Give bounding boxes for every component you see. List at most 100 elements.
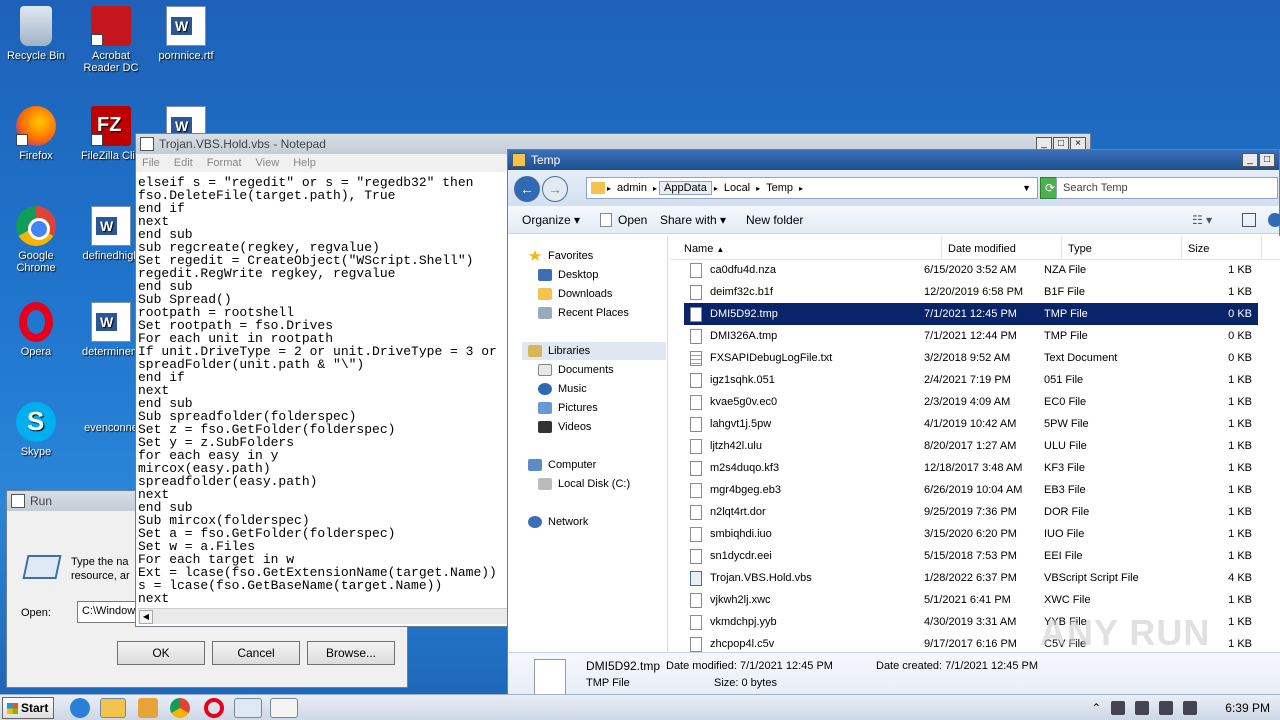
file-row[interactable]: DMI5D92.tmp 7/1/2021 12:45 PM TMP File 0 KB xyxy=(684,303,1258,325)
file-date: 6/15/2020 3:52 AM xyxy=(924,264,1017,276)
nav-computer[interactable]: Computer xyxy=(528,459,596,471)
menu-help[interactable]: Help xyxy=(293,157,316,169)
file-row[interactable]: smbiqhdi.iuo 3/15/2020 6:20 PM IUO File 1 K… xyxy=(684,523,1258,545)
file-row[interactable]: mgr4bgeg.eb3 6/26/2019 10:04 AM EB3 File 1 … xyxy=(684,479,1258,501)
column-type[interactable]: Type xyxy=(1062,236,1182,259)
media-player-icon[interactable] xyxy=(138,698,158,718)
desktop-icon-acrobat[interactable]: Acrobat Reader DC xyxy=(73,6,149,74)
nav-desktop[interactable]: Desktop xyxy=(538,269,598,281)
column-name[interactable]: Name ▲ xyxy=(670,236,942,259)
file-row[interactable]: lahgvt1j.5pw 4/1/2019 10:42 AM 5PW File 1 K… xyxy=(684,413,1258,435)
file-row[interactable]: ljtzh42l.ulu 8/20/2017 1:27 AM ULU File 1 K… xyxy=(684,435,1258,457)
desktop-icon-label: Skype xyxy=(20,446,52,458)
nav-recent-places[interactable]: Recent Places xyxy=(538,307,629,319)
minimize-button[interactable]: _ xyxy=(1242,153,1258,167)
opera-icon[interactable] xyxy=(204,698,224,718)
search-input[interactable]: Search Temp xyxy=(1056,177,1278,199)
nav-documents[interactable]: Documents xyxy=(538,364,614,376)
breadcrumb-admin[interactable]: admin xyxy=(613,182,651,194)
volume-icon[interactable] xyxy=(1159,701,1174,715)
nav-local-disk[interactable]: Local Disk (C:) xyxy=(538,478,630,490)
code-line: fso.DeleteFile(target.path), True xyxy=(138,188,396,203)
file-name: DMI5D92.tmp xyxy=(710,308,778,320)
view-options-icon[interactable]: ☷ ▾ xyxy=(1192,213,1212,227)
desktop-icon-recycle-bin[interactable]: Recycle Bin xyxy=(0,6,74,62)
flag-icon[interactable] xyxy=(1111,701,1126,715)
internet-explorer-icon[interactable] xyxy=(70,698,90,718)
file-row[interactable]: igz1sqhk.051 2/4/2021 7:19 PM 051 File 1 KB xyxy=(684,369,1258,391)
scroll-left-icon[interactable]: ◀ xyxy=(139,610,153,624)
run-taskbar-icon[interactable] xyxy=(234,698,262,718)
network-icon xyxy=(528,516,542,528)
shield-icon[interactable] xyxy=(1183,701,1198,715)
nav-videos[interactable]: Videos xyxy=(538,421,591,433)
start-button[interactable]: Start xyxy=(2,697,54,719)
file-type: EC0 File xyxy=(1044,396,1087,408)
column-date[interactable]: Date modified xyxy=(942,236,1062,259)
breadcrumb-temp[interactable]: Temp xyxy=(762,182,797,194)
file-icon xyxy=(690,636,702,652)
file-date: 4/30/2019 3:31 AM xyxy=(924,616,1017,628)
address-bar[interactable]: ▸ admin ▸ AppData ▸ Local ▸ Temp ▸ ▼ xyxy=(586,177,1038,199)
new-folder-button[interactable]: New folder xyxy=(746,213,803,227)
share-with-button[interactable]: Share with ▾ xyxy=(660,213,726,227)
cancel-button[interactable]: Cancel xyxy=(212,641,300,665)
share-with-label: Share with xyxy=(660,213,717,227)
menu-file[interactable]: File xyxy=(142,157,160,169)
nav-favorites[interactable]: Favorites xyxy=(528,250,593,262)
nav-downloads[interactable]: Downloads xyxy=(538,288,612,300)
file-row[interactable]: DMI326A.tmp 7/1/2021 12:44 PM TMP File 0 KB xyxy=(684,325,1258,347)
file-row[interactable]: Trojan.VBS.Hold.vbs 1/28/2022 6:37 PM VBSc… xyxy=(684,567,1258,589)
desktop-icon-opera[interactable]: Opera xyxy=(0,302,74,358)
file-size: 1 KB xyxy=(1228,506,1252,518)
file-row[interactable]: vjkwh2lj.xwc 5/1/2021 6:41 PM XWC File 1 KB xyxy=(684,589,1258,611)
file-row[interactable]: ca0dfu4d.nza 6/15/2020 3:52 AM NZA File 1 K… xyxy=(684,259,1258,281)
forward-icon[interactable]: → xyxy=(542,176,568,202)
menu-format[interactable]: Format xyxy=(207,157,242,169)
code-line: next xyxy=(138,591,170,606)
column-size[interactable]: Size xyxy=(1182,236,1262,259)
breadcrumb-local[interactable]: Local xyxy=(720,182,754,194)
desktop-icon-firefox[interactable]: Firefox xyxy=(0,106,74,162)
file-row[interactable]: kvae5g0v.ec0 2/3/2019 4:09 AM EC0 File 1 KB xyxy=(684,391,1258,413)
breadcrumb-appdata[interactable]: AppData xyxy=(659,181,712,195)
open-button[interactable]: Open xyxy=(618,213,647,227)
horizontal-scrollbar[interactable]: ◀ xyxy=(138,608,508,624)
desktop-icon-pornnice[interactable]: pornnice.rtf xyxy=(148,6,224,62)
chevron-up-icon[interactable]: ⌃ xyxy=(1091,701,1101,715)
nav-pictures[interactable]: Pictures xyxy=(538,402,598,414)
menu-edit[interactable]: Edit xyxy=(174,157,193,169)
chevron-down-icon[interactable]: ▼ xyxy=(1022,183,1037,193)
chrome-icon[interactable] xyxy=(170,698,190,718)
file-row[interactable]: m2s4duqo.kf3 12/18/2017 3:48 AM KF3 File 1 … xyxy=(684,457,1258,479)
nav-network[interactable]: Network xyxy=(528,516,588,528)
browse-button[interactable]: Browse... xyxy=(307,641,395,665)
word-document-icon xyxy=(91,302,131,342)
organize-button[interactable]: Organize ▾ xyxy=(522,213,580,227)
chevron-right-icon: ▸ xyxy=(652,183,657,193)
clock[interactable]: 6:39 PM xyxy=(1225,701,1270,715)
network-tray-icon[interactable] xyxy=(1135,701,1150,715)
ok-button[interactable]: OK xyxy=(117,641,205,665)
desktop-icon-skype[interactable]: Skype xyxy=(0,402,74,458)
file-row[interactable]: sn1dycdr.eei 5/15/2018 7:53 PM EEI File 1 K… xyxy=(684,545,1258,567)
file-row[interactable]: FXSAPIDebugLogFile.txt 3/2/2018 9:52 AM Te… xyxy=(684,347,1258,369)
maximize-button[interactable]: □ xyxy=(1259,153,1275,167)
nav-music[interactable]: Music xyxy=(538,383,587,395)
chevron-right-icon: ▸ xyxy=(756,183,761,193)
notepad-editor[interactable]: elseif s = "regedit" or s = "regedb32" t… xyxy=(138,176,506,606)
explorer-taskbar-icon[interactable] xyxy=(100,698,126,718)
folder-icon xyxy=(591,182,605,194)
back-icon[interactable]: ← xyxy=(514,176,540,202)
file-name: vkmdchpj.yyb xyxy=(710,616,777,628)
preview-pane-icon[interactable] xyxy=(1242,213,1256,227)
menu-view[interactable]: View xyxy=(256,157,280,169)
file-row[interactable]: n2lqt4rt.dor 9/25/2019 7:36 PM DOR File 1 K… xyxy=(684,501,1258,523)
file-icon xyxy=(600,213,612,227)
nav-libraries[interactable]: Libraries xyxy=(522,342,666,360)
notepad-taskbar-icon[interactable] xyxy=(270,698,298,718)
desktop-icon-chrome[interactable]: Google Chrome xyxy=(0,206,74,274)
help-icon[interactable] xyxy=(1268,213,1280,227)
file-row[interactable]: deimf32c.b1f 12/20/2019 6:58 PM B1F File 1 … xyxy=(684,281,1258,303)
explorer-titlebar[interactable]: Temp _ □ xyxy=(508,150,1279,170)
